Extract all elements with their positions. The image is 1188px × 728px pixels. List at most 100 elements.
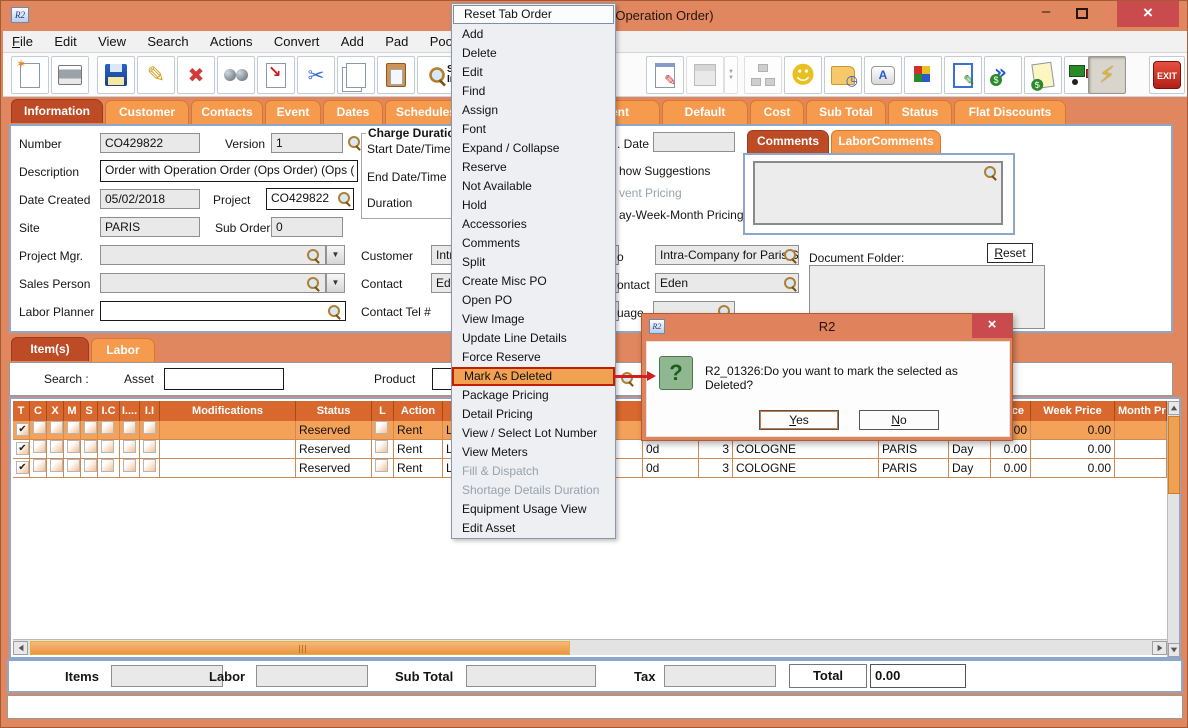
sales-person-field[interactable]: [100, 273, 326, 293]
site-field[interactable]: PARIS: [100, 217, 200, 237]
org-chart-button[interactable]: [744, 56, 782, 94]
invoice-button[interactable]: $: [1024, 56, 1062, 94]
save-button[interactable]: [97, 56, 135, 94]
context-menu-item-open-po[interactable]: Open PO: [452, 291, 615, 310]
context-menu-item-update-line-details[interactable]: Update Line Details: [452, 329, 615, 348]
calendar-dropdown-button[interactable]: ▼▼: [724, 56, 738, 94]
no-button[interactable]: No: [859, 410, 939, 430]
context-menu-item-create-misc-po[interactable]: Create Misc PO: [452, 272, 615, 291]
col-header-status[interactable]: Status: [296, 401, 372, 421]
context-menu-item-mark-as-deleted[interactable]: Mark As Deleted: [452, 367, 615, 386]
scroll-down-button[interactable]: [1168, 643, 1180, 657]
find-button[interactable]: [217, 56, 255, 94]
context-menu-item-edit[interactable]: Edit: [452, 63, 615, 82]
bill-to-field[interactable]: Intra-Company for Paris Site: [655, 245, 799, 265]
dialog-close-button[interactable]: ×: [972, 314, 1012, 338]
context-menu-item-edit-asset[interactable]: Edit Asset: [452, 519, 615, 538]
menu-search[interactable]: Search: [138, 31, 197, 53]
bill-contact-search-icon[interactable]: [783, 276, 797, 290]
context-menu-item-force-reserve[interactable]: Force Reserve: [452, 348, 615, 367]
notes-button[interactable]: ✎: [646, 56, 684, 94]
version-field[interactable]: 1: [271, 133, 343, 153]
tab-information[interactable]: Information: [11, 99, 103, 123]
paste-button[interactable]: [377, 56, 415, 94]
menu-actions[interactable]: Actions: [201, 31, 262, 53]
context-menu-item-find[interactable]: Find: [452, 82, 615, 101]
print-button[interactable]: [51, 56, 89, 94]
keyboard-shortcut-button[interactable]: A: [864, 56, 902, 94]
tab-default[interactable]: Default: [662, 100, 748, 124]
vertical-scrollbar[interactable]: [1167, 401, 1179, 657]
tab-status[interactable]: Status: [888, 100, 952, 124]
col-header-modifications[interactable]: Modifications: [160, 401, 296, 421]
tab-cost[interactable]: Cost: [750, 100, 804, 124]
context-menu-item-view-select-lot-number[interactable]: View / Select Lot Number: [452, 424, 615, 443]
comments-search-icon[interactable]: [983, 165, 997, 179]
labor-planner-search-icon[interactable]: [327, 304, 341, 318]
context-menu-item-delete[interactable]: Delete: [452, 44, 615, 63]
tab-dates[interactable]: Dates: [323, 100, 383, 124]
transfer-charges-button[interactable]: » $: [984, 56, 1022, 94]
context-menu-item-reserve[interactable]: Reserve: [452, 158, 615, 177]
cut-button[interactable]: ✂: [297, 56, 335, 94]
scroll-right-button[interactable]: [1152, 641, 1167, 655]
tab-labor-comments[interactable]: LaborComments: [831, 130, 941, 153]
tab-sub-total[interactable]: Sub Total: [806, 100, 886, 124]
col-header-week-price[interactable]: Week Price: [1031, 401, 1115, 421]
tab-contacts[interactable]: Contacts: [191, 100, 263, 124]
comments-textarea[interactable]: [753, 161, 1003, 225]
context-menu-item-split[interactable]: Split: [452, 253, 615, 272]
horizontal-scroll-thumb[interactable]: [30, 641, 570, 655]
delete-button[interactable]: ✖: [177, 56, 215, 94]
bill-to-search-icon[interactable]: [783, 248, 797, 262]
context-menu-item-add[interactable]: Add: [452, 25, 615, 44]
asset-input[interactable]: [164, 368, 284, 390]
context-menu-item-accessories[interactable]: Accessories: [452, 215, 615, 234]
labor-planner-field[interactable]: [100, 301, 346, 321]
col-header-l[interactable]: L: [372, 401, 394, 421]
edit-document-button[interactable]: ✎: [944, 56, 982, 94]
col-header-m[interactable]: M: [64, 401, 81, 421]
date-created-field[interactable]: 05/02/2018: [100, 189, 200, 209]
menu-file[interactable]: File: [3, 31, 42, 53]
context-menu-item-equipment-usage-view[interactable]: Equipment Usage View: [452, 500, 615, 519]
smiley-button[interactable]: ☻: [784, 56, 822, 94]
scroll-up-button[interactable]: [1168, 401, 1180, 415]
scroll-left-button[interactable]: [13, 641, 28, 655]
description-field[interactable]: Order with Operation Order (Ops Order) (…: [100, 160, 358, 182]
context-menu-item-font[interactable]: Font: [452, 120, 615, 139]
context-menu-item-comments[interactable]: Comments: [452, 234, 615, 253]
col-header-ic[interactable]: I.C: [98, 401, 120, 421]
exit-button[interactable]: EXIT: [1149, 56, 1185, 94]
maximize-button[interactable]: [1067, 1, 1097, 27]
context-menu-item-reset-tab-order[interactable]: Reset Tab Order: [453, 5, 614, 24]
project-mgr-field[interactable]: [100, 245, 326, 265]
menu-pad[interactable]: Pad: [376, 31, 417, 53]
reset-button[interactable]: Reset: [987, 243, 1033, 263]
edit-button[interactable]: ✎: [137, 56, 175, 94]
col-header-ii[interactable]: I.I: [140, 401, 160, 421]
tab-items[interactable]: Item(s): [11, 337, 89, 361]
bill-contact-field[interactable]: Eden: [655, 273, 799, 293]
context-menu-item-not-available[interactable]: Not Available: [452, 177, 615, 196]
tab-labor[interactable]: Labor: [91, 338, 155, 362]
context-menu-item-assign[interactable]: Assign: [452, 101, 615, 120]
col-header-x[interactable]: X: [47, 401, 64, 421]
product-search-icon[interactable]: [620, 371, 634, 385]
context-menu-item-view-meters[interactable]: View Meters: [452, 443, 615, 462]
col-header-c[interactable]: C: [30, 401, 47, 421]
yes-button[interactable]: Yes: [759, 410, 839, 430]
project-mgr-dropdown[interactable]: ▼: [326, 245, 345, 265]
menu-add[interactable]: Add: [332, 31, 373, 53]
project-mgr-search-icon[interactable]: [306, 248, 320, 262]
copy-to-order-button[interactable]: ↘: [257, 56, 295, 94]
col-header-month-price[interactable]: Month Price: [1115, 401, 1167, 421]
menu-convert[interactable]: Convert: [265, 31, 329, 53]
sales-person-dropdown[interactable]: ▼: [326, 273, 345, 293]
context-menu-item-expand-collapse[interactable]: Expand / Collapse: [452, 139, 615, 158]
tab-customer[interactable]: Customer: [105, 100, 189, 124]
sub-orders-field[interactable]: 0: [271, 217, 343, 237]
minimize-button[interactable]: –: [1031, 1, 1061, 27]
context-menu-item-detail-pricing[interactable]: Detail Pricing: [452, 405, 615, 424]
context-menu-item-view-image[interactable]: View Image: [452, 310, 615, 329]
